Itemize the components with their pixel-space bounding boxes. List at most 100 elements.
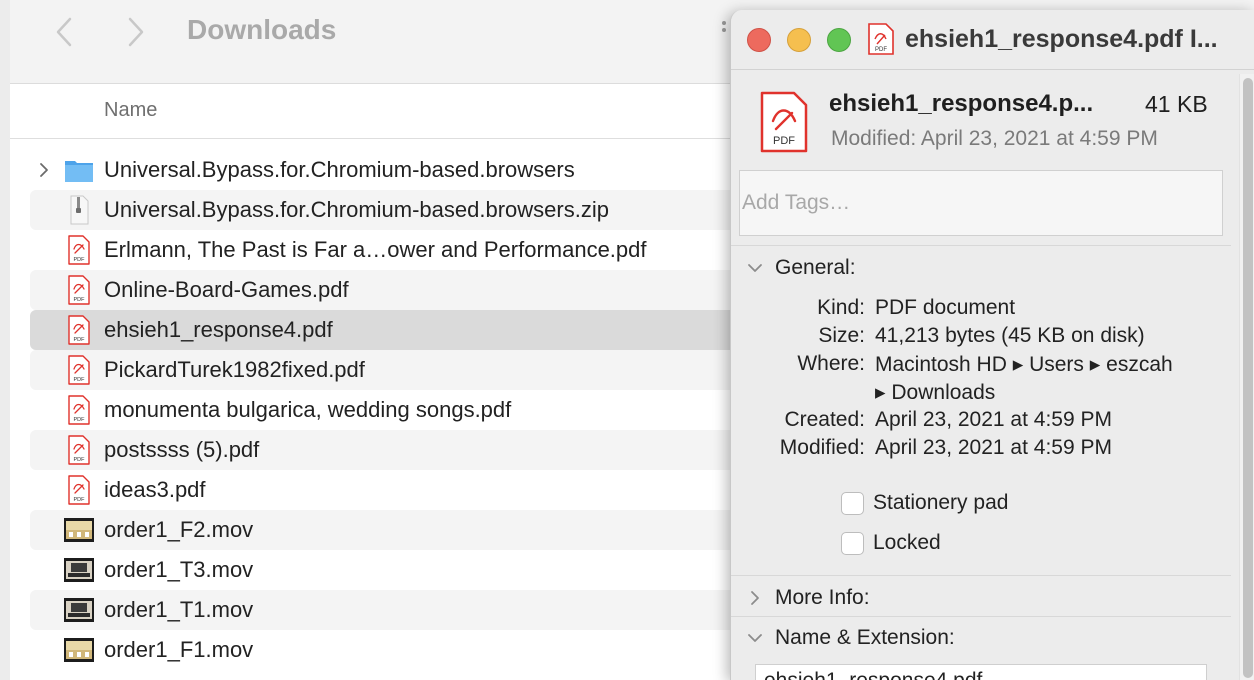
where-label: Where:: [797, 352, 865, 375]
divider: [731, 245, 1231, 246]
svg-text:PDF: PDF: [74, 497, 86, 503]
disclosure-triangle-icon[interactable]: [39, 162, 49, 178]
created-label: Created:: [784, 408, 865, 431]
pdf-icon: PDF: [68, 275, 90, 305]
svg-text:PDF: PDF: [74, 257, 86, 263]
modified-value: April 23, 2021 at 4:59 PM: [875, 436, 1112, 459]
chevron-right-icon: [128, 17, 144, 47]
pdf-icon: PDF: [68, 475, 90, 505]
pdf-icon: PDF: [68, 435, 90, 465]
file-name: order1_F2.mov: [104, 517, 254, 542]
pdf-icon: PDF: [68, 235, 90, 265]
chevron-down-icon: [748, 264, 762, 272]
file-row[interactable]: order1_T1.mov: [30, 590, 790, 630]
pdf-icon: PDF: [68, 315, 90, 345]
zoom-button[interactable]: [827, 28, 851, 52]
file-row[interactable]: PDF PickardTurek1982fixed.pdf: [30, 350, 790, 390]
stationery-pad-checkbox[interactable]: Stationery pad: [841, 490, 1141, 518]
svg-text:PDF: PDF: [74, 297, 86, 303]
name-extension-field[interactable]: ehsieh1_response4.pdf: [755, 664, 1207, 680]
kind-value: PDF document: [875, 296, 1016, 319]
pdf-icon: PDF: [760, 91, 808, 153]
where-value: Macintosh HD ▸ Users ▸ eszcah: [875, 353, 1173, 376]
file-row[interactable]: Universal.Bypass.for.Chromium-based.brow…: [30, 150, 790, 190]
modified-label: Modified:: [779, 436, 865, 459]
svg-text:PDF: PDF: [74, 377, 86, 383]
stationery-pad-label: Stationery pad: [873, 491, 1009, 514]
file-row[interactable]: PDF Online-Board-Games.pdf: [30, 270, 790, 310]
general-section-toggle[interactable]: General:: [731, 248, 1231, 288]
checkbox-box[interactable]: [841, 492, 864, 515]
locked-label: Locked: [873, 531, 941, 554]
close-button[interactable]: [747, 28, 771, 52]
checkbox-box[interactable]: [841, 532, 864, 555]
movie-thumbnail-icon: [64, 598, 94, 622]
file-name: Universal.Bypass.for.Chromium-based.brow…: [104, 197, 609, 222]
file-row[interactable]: Universal.Bypass.for.Chromium-based.brow…: [30, 190, 790, 230]
file-row[interactable]: order1_F2.mov: [30, 510, 790, 550]
info-scrollbar[interactable]: [1239, 74, 1254, 680]
info-file-size: 41 KB: [1145, 91, 1208, 117]
file-name: Online-Board-Games.pdf: [104, 277, 349, 302]
file-row[interactable]: PDF postssss (5).pdf: [30, 430, 790, 470]
svg-text:PDF: PDF: [74, 457, 86, 463]
locked-checkbox[interactable]: Locked: [841, 530, 1141, 558]
folder-icon: [65, 161, 93, 182]
divider: [731, 575, 1231, 576]
movie-thumbnail-icon: [64, 638, 94, 662]
window-title: Downloads: [187, 14, 337, 45]
tags-input[interactable]: [739, 170, 1223, 236]
file-name: order1_T1.mov: [104, 597, 254, 622]
chevron-down-icon: [748, 634, 762, 642]
file-name: order1_T3.mov: [104, 557, 254, 582]
minimize-button[interactable]: [787, 28, 811, 52]
file-name: monumenta bulgarica, wedding songs.pdf: [104, 397, 512, 422]
zip-icon: [70, 195, 89, 225]
forward-button[interactable]: [118, 14, 154, 50]
pdf-icon: PDF: [68, 355, 90, 385]
where-value-continued: ▸ Downloads: [875, 381, 996, 404]
svg-text:PDF: PDF: [74, 337, 86, 343]
file-name: Erlmann, The Past is Far a…ower and Perf…: [104, 237, 647, 262]
file-row[interactable]: order1_F1.mov: [30, 630, 790, 670]
svg-text:PDF: PDF: [875, 47, 887, 53]
file-name: ehsieh1_response4.pdf: [104, 317, 333, 342]
column-header-name[interactable]: Name: [104, 99, 157, 122]
pdf-icon: PDF: [68, 395, 90, 425]
kind-label: Kind:: [817, 296, 865, 319]
size-label: Size:: [818, 324, 865, 347]
file-row[interactable]: order1_T3.mov: [30, 550, 790, 590]
chevron-left-icon: [56, 17, 72, 47]
file-name: PickardTurek1982fixed.pdf: [104, 357, 365, 382]
divider: [731, 616, 1231, 617]
file-row[interactable]: PDF ehsieh1_response4.pdf: [30, 310, 790, 350]
file-name: postssss (5).pdf: [104, 437, 260, 462]
file-name: ideas3.pdf: [104, 477, 206, 502]
info-file-name: ehsieh1_response4.p...: [829, 90, 1094, 117]
movie-thumbnail-icon: [64, 558, 94, 582]
file-row[interactable]: PDF monumenta bulgarica, wedding songs.pd…: [30, 390, 790, 430]
pdf-icon: PDF: [868, 23, 894, 55]
info-summary: PDF ehsieh1_response4.p... 41 KB Modifie…: [731, 70, 1235, 245]
get-info-window: PDF ehsieh1_response4.pdf I... PDF ehsie…: [730, 10, 1254, 680]
file-name: Universal.Bypass.for.Chromium-based.brow…: [104, 157, 575, 182]
chevron-right-icon: [751, 591, 759, 605]
file-row[interactable]: PDF Erlmann, The Past is Far a…ower and P…: [30, 230, 790, 270]
movie-thumbnail-icon: [64, 518, 94, 542]
size-value: 41,213 bytes (45 KB on disk): [875, 324, 1145, 347]
created-value: April 23, 2021 at 4:59 PM: [875, 408, 1112, 431]
scrollbar-thumb[interactable]: [1243, 78, 1253, 678]
back-button[interactable]: [46, 14, 82, 50]
info-titlebar: PDF ehsieh1_response4.pdf I...: [731, 10, 1254, 70]
more-info-section-toggle[interactable]: More Info:: [731, 578, 1231, 618]
svg-text:PDF: PDF: [773, 135, 795, 147]
general-section-label: General:: [775, 256, 856, 279]
file-name: order1_F1.mov: [104, 637, 254, 662]
info-modified-date: Modified: April 23, 2021 at 4:59 PM: [831, 127, 1158, 150]
file-row[interactable]: PDF ideas3.pdf: [30, 470, 790, 510]
info-window-title: ehsieh1_response4.pdf I...: [905, 25, 1218, 53]
more-options-icon[interactable]: [718, 18, 730, 48]
name-extension-section-label: Name & Extension:: [775, 626, 955, 649]
name-extension-section-toggle[interactable]: Name & Extension:: [731, 618, 1231, 658]
svg-text:PDF: PDF: [74, 417, 86, 423]
